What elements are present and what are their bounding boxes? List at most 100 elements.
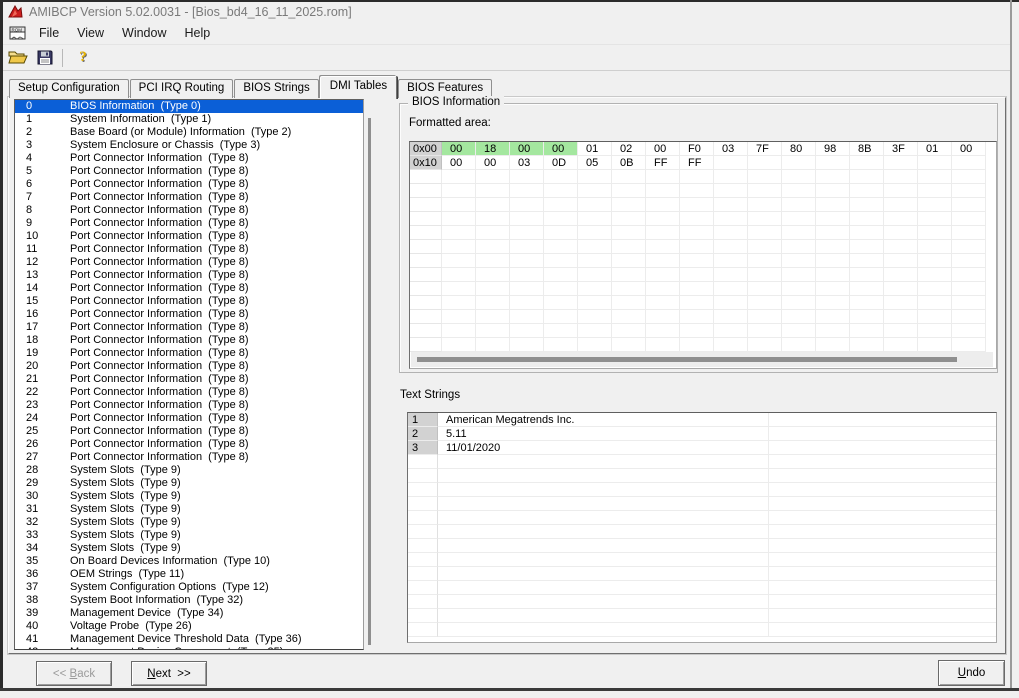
hex-byte-cell[interactable] (816, 170, 850, 184)
hex-byte-cell[interactable] (714, 170, 748, 184)
hex-byte-cell[interactable] (510, 268, 544, 282)
hex-byte-cell[interactable]: 00 (442, 142, 476, 156)
string-value[interactable]: 5.11 (438, 427, 769, 441)
hex-byte-cell[interactable] (884, 254, 918, 268)
hex-byte-cell[interactable]: 98 (816, 142, 850, 156)
hex-byte-cell[interactable] (476, 170, 510, 184)
list-item[interactable]: 33System Slots (Type 9) (15, 529, 363, 542)
hex-byte-cell[interactable] (918, 338, 952, 352)
hex-byte-cell[interactable] (476, 184, 510, 198)
list-item[interactable]: 28System Slots (Type 9) (15, 464, 363, 477)
hex-byte-cell[interactable] (612, 198, 646, 212)
hex-byte-cell[interactable] (714, 310, 748, 324)
hex-byte-cell[interactable] (612, 226, 646, 240)
hex-byte-cell[interactable] (884, 338, 918, 352)
hex-byte-cell[interactable] (918, 310, 952, 324)
hex-byte-cell[interactable] (952, 324, 986, 338)
list-item[interactable]: 23Port Connector Information (Type 8) (15, 399, 363, 412)
hex-byte-cell[interactable] (918, 324, 952, 338)
hex-byte-cell[interactable] (476, 282, 510, 296)
list-item[interactable]: 20Port Connector Information (Type 8) (15, 360, 363, 373)
save-file-icon[interactable] (33, 48, 57, 68)
hex-byte-cell[interactable] (578, 310, 612, 324)
hex-byte-cell[interactable] (918, 212, 952, 226)
hex-byte-cell[interactable] (748, 310, 782, 324)
hex-byte-cell[interactable] (952, 268, 986, 282)
hex-byte-cell[interactable] (782, 156, 816, 170)
hex-byte-cell[interactable] (646, 240, 680, 254)
list-item[interactable]: 39Management Device (Type 34) (15, 607, 363, 620)
hex-byte-cell[interactable] (544, 324, 578, 338)
hex-byte-cell[interactable] (578, 282, 612, 296)
list-item[interactable]: 9Port Connector Information (Type 8) (15, 217, 363, 230)
list-item[interactable]: 13Port Connector Information (Type 8) (15, 269, 363, 282)
hex-byte-cell[interactable] (476, 226, 510, 240)
hex-byte-cell[interactable] (442, 296, 476, 310)
string-value[interactable] (438, 469, 769, 483)
hex-byte-cell[interactable]: 18 (476, 142, 510, 156)
hex-byte-cell[interactable] (816, 240, 850, 254)
hex-byte-cell[interactable] (442, 324, 476, 338)
hex-byte-cell[interactable] (442, 240, 476, 254)
hex-byte-cell[interactable] (782, 296, 816, 310)
string-value[interactable] (438, 497, 769, 511)
hex-byte-cell[interactable] (544, 184, 578, 198)
hex-byte-cell[interactable] (680, 324, 714, 338)
list-item[interactable]: 17Port Connector Information (Type 8) (15, 321, 363, 334)
list-item[interactable]: 12Port Connector Information (Type 8) (15, 256, 363, 269)
hex-byte-cell[interactable] (544, 268, 578, 282)
hex-byte-cell[interactable] (714, 282, 748, 296)
hex-byte-cell[interactable] (714, 324, 748, 338)
hex-byte-cell[interactable] (850, 226, 884, 240)
hex-byte-cell[interactable] (748, 338, 782, 352)
list-item[interactable]: 40Voltage Probe (Type 26) (15, 620, 363, 633)
hex-byte-cell[interactable] (850, 324, 884, 338)
hex-byte-cell[interactable] (476, 212, 510, 226)
hex-byte-cell[interactable] (578, 254, 612, 268)
hex-byte-cell[interactable] (578, 324, 612, 338)
hex-byte-cell[interactable] (544, 198, 578, 212)
hex-byte-cell[interactable]: 3F (884, 142, 918, 156)
hex-byte-cell[interactable]: 02 (612, 142, 646, 156)
hex-byte-cell[interactable] (918, 198, 952, 212)
list-item[interactable]: 21Port Connector Information (Type 8) (15, 373, 363, 386)
hex-byte-cell[interactable] (952, 282, 986, 296)
tab-pci-irq-routing[interactable]: PCI IRQ Routing (130, 79, 234, 98)
hex-byte-cell[interactable] (952, 338, 986, 352)
list-item[interactable]: 5Port Connector Information (Type 8) (15, 165, 363, 178)
hex-byte-cell[interactable] (612, 170, 646, 184)
hex-byte-cell[interactable] (918, 240, 952, 254)
hex-byte-cell[interactable] (476, 254, 510, 268)
hex-byte-cell[interactable]: 03 (714, 142, 748, 156)
tab-bios-strings[interactable]: BIOS Strings (234, 79, 318, 98)
hex-byte-cell[interactable] (612, 184, 646, 198)
list-item[interactable]: 11Port Connector Information (Type 8) (15, 243, 363, 256)
hex-byte-cell[interactable] (578, 184, 612, 198)
formatted-area-grid[interactable]: 0x0000180000010200F0037F80988B3F01000x10… (409, 141, 997, 369)
hex-byte-cell[interactable]: 0B (612, 156, 646, 170)
hex-byte-cell[interactable] (714, 212, 748, 226)
hex-byte-cell[interactable] (884, 156, 918, 170)
hex-byte-cell[interactable] (442, 184, 476, 198)
hex-byte-cell[interactable] (816, 338, 850, 352)
dmi-table-list[interactable]: 0BIOS Information (Type 0)1System Inform… (14, 99, 364, 650)
hex-byte-cell[interactable] (612, 268, 646, 282)
hex-byte-cell[interactable] (816, 324, 850, 338)
hex-byte-cell[interactable] (816, 198, 850, 212)
hex-byte-cell[interactable] (748, 268, 782, 282)
text-strings-grid[interactable]: 1American Megatrends Inc.25.11311/01/202… (407, 412, 997, 643)
hex-byte-cell[interactable] (510, 296, 544, 310)
hex-byte-cell[interactable] (578, 296, 612, 310)
hex-byte-cell[interactable] (952, 310, 986, 324)
string-value[interactable] (438, 455, 769, 469)
hex-byte-cell[interactable] (646, 184, 680, 198)
hex-byte-cell[interactable] (918, 226, 952, 240)
hex-byte-cell[interactable] (442, 212, 476, 226)
hex-byte-cell[interactable] (816, 226, 850, 240)
hex-byte-cell[interactable]: FF (646, 156, 680, 170)
list-item[interactable]: 10Port Connector Information (Type 8) (15, 230, 363, 243)
text-string-row[interactable] (408, 595, 996, 609)
hex-byte-cell[interactable] (476, 310, 510, 324)
hex-byte-cell[interactable] (748, 212, 782, 226)
hex-byte-cell[interactable] (510, 212, 544, 226)
